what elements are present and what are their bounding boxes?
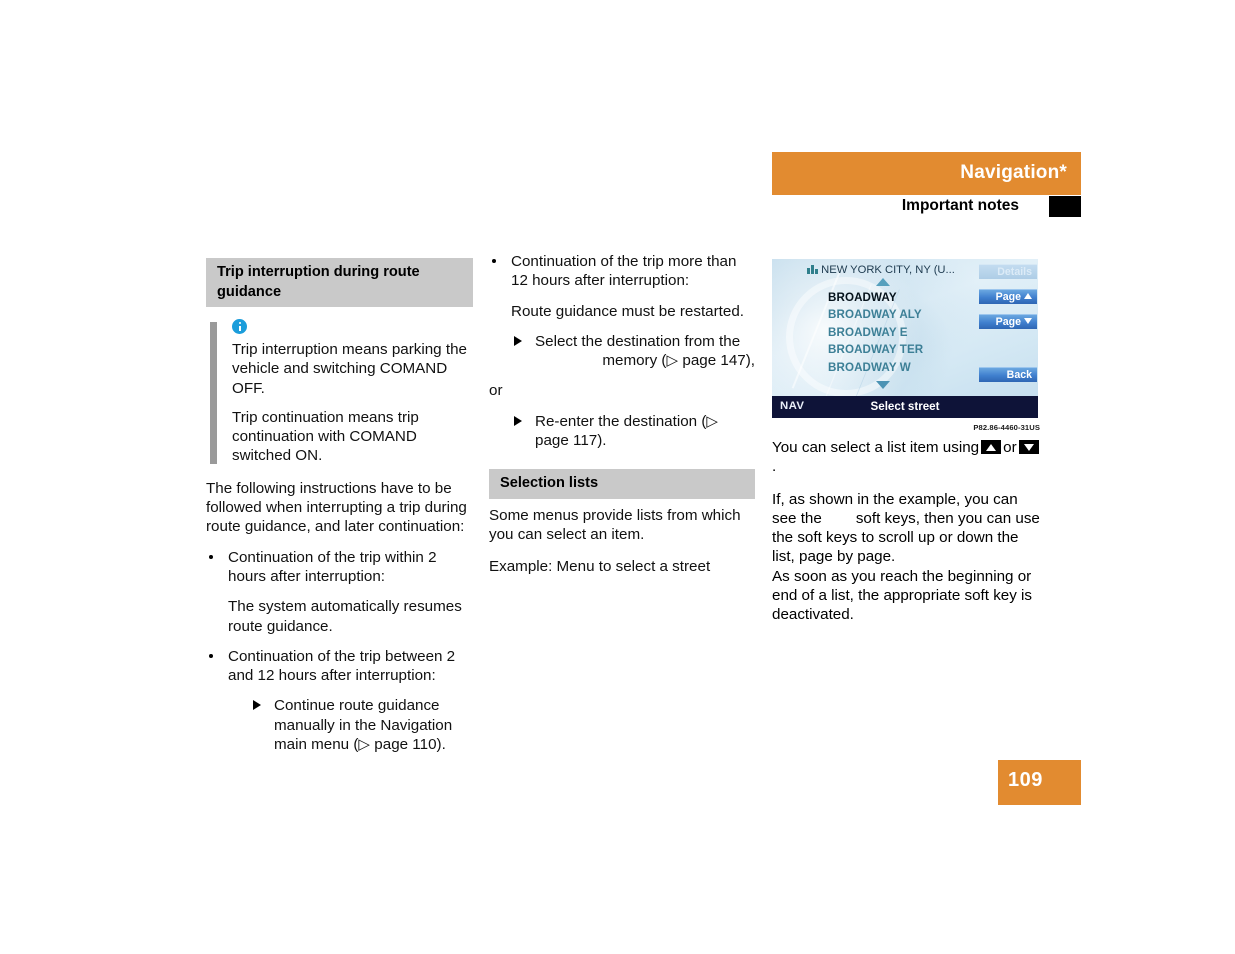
triangle-right-icon — [253, 700, 261, 711]
softkey-details[interactable]: Details — [979, 264, 1037, 279]
screen-title-text: NEW YORK CITY, NY (U... — [821, 264, 955, 276]
list-item: Continuation of the trip within 2 hours … — [206, 548, 473, 636]
bullet-text: Continuation of the trip more than 12 ho… — [511, 253, 737, 290]
note-side-bar — [210, 322, 217, 464]
step-text: Continue route guidance manually in the … — [274, 697, 453, 754]
list-item[interactable]: BROADWAY E — [828, 324, 988, 341]
section-title: Important notes — [901, 197, 1019, 214]
triangle-up-icon — [876, 278, 890, 286]
middle-column: Continuation of the trip more than 12 ho… — [489, 252, 755, 577]
left-intro-paragraph: The following instructions have to be fo… — [206, 479, 467, 536]
step-text: Re-enter the destination (▷ page 117). — [535, 412, 719, 450]
info-note-block: Trip interruption means parking the vehi… — [206, 319, 473, 466]
key-up-icon — [981, 440, 1002, 454]
step-text-continued: memory (▷ page 147), — [602, 352, 755, 370]
soft-key-column: Details Page Page Back — [979, 264, 1037, 392]
bullet-dot-icon — [209, 653, 213, 658]
chapter-header-bar: Navigation* — [772, 152, 1081, 195]
left-section-heading: Trip interruption during route guidance — [206, 258, 473, 307]
right-column-body: You can select a list item using or. If, … — [772, 438, 1042, 625]
page-number-badge: 109 — [998, 760, 1081, 805]
chapter-title: Navigation* — [960, 162, 1067, 183]
bullet-dot-icon — [492, 259, 496, 263]
softkey-label: Details — [997, 266, 1032, 278]
bullet-dot-icon — [209, 554, 213, 559]
bullet-text: Continuation of the trip between 2 and 1… — [228, 647, 456, 685]
triangle-right-icon — [514, 415, 522, 426]
manual-page: Navigation* Important notes Trip interru… — [0, 0, 1235, 954]
screen-list-title: NEW YORK CITY, NY (U... — [772, 264, 990, 276]
list-item-selected[interactable]: BROADWAY — [828, 289, 988, 306]
or-connector: or — [489, 382, 503, 400]
right-paragraph-1: If, as shown in the example, you can see… — [772, 490, 1042, 567]
bullet-text: Continuation of the trip within 2 hours … — [228, 548, 437, 585]
bullet-sub-text: Route guidance must be restarted. — [511, 302, 745, 320]
middle-bullet-list: Continuation of the trip more than 12 ho… — [489, 252, 755, 321]
info-icon — [232, 319, 247, 334]
screen-status-bar: NAV Select street — [772, 396, 1038, 418]
triangle-down-icon — [876, 381, 890, 389]
triangle-up-icon — [1024, 293, 1032, 299]
thumb-index-marker — [1049, 196, 1081, 217]
left-bullet-list: Continuation of the trip within 2 hours … — [206, 548, 473, 755]
caption-middle: or — [1003, 439, 1017, 456]
street-list[interactable]: BROADWAY BROADWAY ALY BROADWAY E BROADWA… — [828, 289, 988, 376]
softkey-back[interactable]: Back — [979, 367, 1037, 382]
city-buildings-icon — [807, 265, 819, 274]
bullet-sub-text: The system automatically resumes route g… — [228, 598, 462, 635]
figure-code: P82.86-4460-31US — [973, 423, 1040, 432]
softkey-label: Page — [995, 291, 1021, 303]
note-paragraph: Trip continuation means trip continuatio… — [232, 408, 419, 465]
list-item: Continuation of the trip between 2 and 1… — [206, 647, 473, 754]
softkey-label: Page — [995, 316, 1021, 328]
list-item[interactable]: BROADWAY TER — [828, 341, 988, 358]
page-number: 109 — [1008, 769, 1043, 791]
comand-screen-figure: NEW YORK CITY, NY (U... BROADWAY BROADWA… — [772, 259, 1038, 418]
instruction-step: Continue route guidance manually in the … — [250, 696, 473, 754]
list-item: Continuation of the trip more than 12 ho… — [489, 252, 755, 321]
middle-paragraph: Some menus provide lists from which you … — [489, 506, 741, 544]
key-down-icon — [1018, 440, 1039, 454]
middle-section-heading: Selection lists — [489, 469, 755, 499]
right-paragraph-2: As soon as you reach the beginning or en… — [772, 567, 1033, 624]
middle-example-label: Example: Menu to select a street — [489, 558, 711, 576]
caption-prefix: You can select a list item using — [772, 439, 980, 456]
step-text: Select the destination from the — [535, 332, 741, 350]
left-column: Trip interruption during route guidance … — [206, 258, 473, 756]
list-item[interactable]: BROADWAY ALY — [828, 306, 988, 323]
triangle-down-icon — [1024, 318, 1032, 324]
section-header-row: Important notes — [772, 196, 1081, 219]
softkey-page-up[interactable]: Page — [979, 289, 1037, 304]
list-item[interactable]: BROADWAY W — [828, 359, 988, 376]
status-screen-title: Select street — [870, 400, 940, 413]
instruction-step: Select the destination from the memory (… — [511, 332, 755, 371]
note-paragraph: Trip interruption means parking the vehi… — [232, 341, 467, 397]
instruction-step: Re-enter the destination (▷ page 117). — [511, 412, 755, 451]
caption-suffix: . — [772, 458, 777, 476]
triangle-right-icon — [514, 335, 522, 346]
softkey-page-down[interactable]: Page — [979, 314, 1037, 329]
softkey-label: Back — [1006, 369, 1032, 381]
figure-caption: You can select a list item using or. — [772, 438, 1042, 477]
